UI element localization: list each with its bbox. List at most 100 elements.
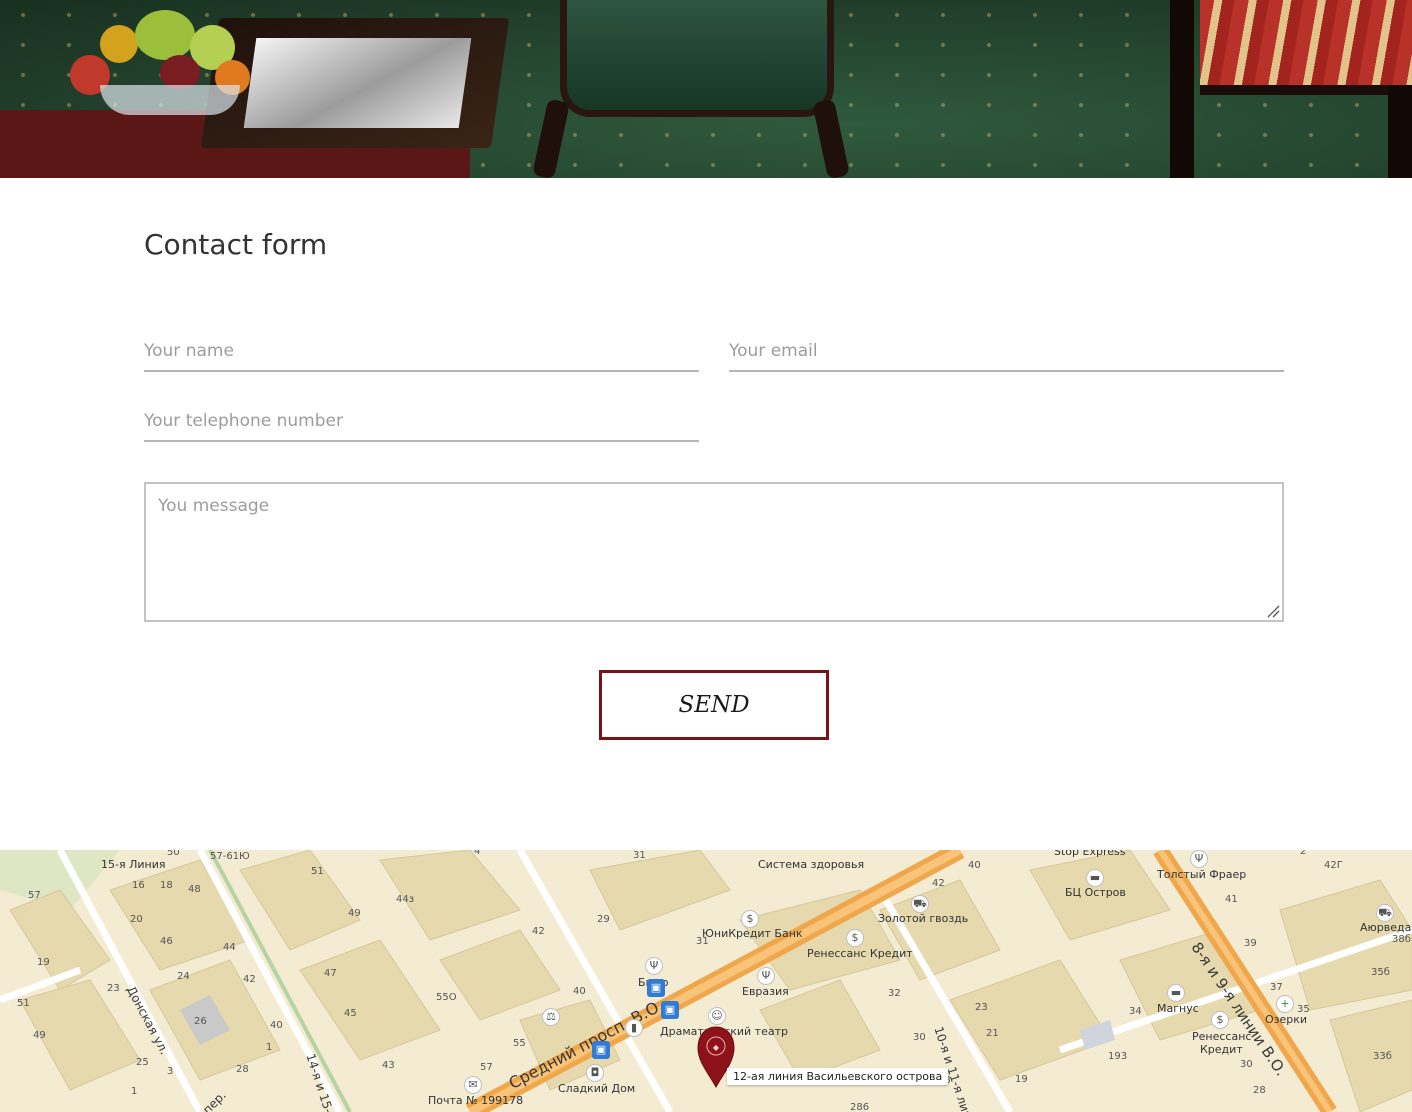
house-number: 30 [913,1032,926,1043]
bank-icon[interactable]: $ [1211,1011,1229,1029]
map-marker-caption: 12-ая линия Васильевского острова [727,1068,949,1085]
email-input[interactable] [729,332,1284,372]
house-number: 41 [1225,894,1238,905]
house-number: 26 [194,1016,207,1027]
house-number: 49 [348,908,361,919]
restaurant-icon[interactable]: Ψ [1190,850,1208,868]
house-number: 57-61Ю [210,851,250,862]
house-number: 47 [324,968,337,979]
bank-icon[interactable]: $ [846,929,864,947]
name-input[interactable] [144,332,699,372]
table-glass-top [243,38,472,128]
shop-icon[interactable]: ⛟ [1376,904,1394,922]
house-number: 50 [167,850,180,858]
house-number: 31 [633,850,646,861]
house-number: 51 [311,866,324,877]
bus-stop-icon[interactable]: ▣ [592,1041,610,1059]
house-number: 28 [236,1064,249,1075]
bus-stop-icon[interactable]: ▣ [661,1001,679,1019]
post-icon[interactable]: ✉ [464,1076,482,1094]
house-number: 33б [1373,1051,1392,1062]
house-number: 44з [396,894,415,905]
house-number: 19 [1015,1074,1028,1085]
house-number: 42 [532,926,545,937]
house-number: 37 [1270,982,1283,993]
house-number: 286 [850,1102,870,1112]
theatre-icon[interactable]: ☺ [708,1007,726,1025]
house-number: 46 [160,936,173,947]
office-icon[interactable]: ▬ [1086,869,1104,887]
pharmacy-icon[interactable]: + [1276,995,1294,1013]
bank-icon[interactable]: $ [741,910,759,928]
place-label: Ренессанс [1192,1030,1252,1043]
place-label: Stop Express [1054,850,1126,858]
house-number: 57 [28,890,41,901]
house-number: 40 [270,1020,283,1031]
house-number: 30 [1240,1059,1253,1070]
house-number: 23 [107,983,120,994]
house-number: 55О [436,992,457,1003]
house-number: 1 [131,1086,138,1097]
house-number: 39 [1244,938,1257,949]
place-label: Аюрведа [1360,921,1412,934]
house-number: 1 [266,1042,273,1053]
fruit-bowl [40,0,270,120]
house-number: 45 [344,1008,357,1019]
house-number: 21 [986,1028,999,1039]
house-number: 35б [1371,967,1390,978]
house-number: 193 [1108,1051,1128,1062]
resize-grip-icon[interactable] [1266,604,1280,618]
restaurant-icon[interactable]: Ψ [757,967,775,985]
armchair [520,0,860,178]
house-number: 51 [17,998,30,1009]
house-number: 49 [33,1030,46,1041]
house-number: 35 [1297,1004,1310,1015]
send-button[interactable]: SEND [599,670,829,740]
place-label: Сладкий Дом [558,1082,636,1095]
place-label: Почта № 199178 [428,1094,524,1107]
place-label: Ренессанс Кредит [807,947,913,960]
bus-stop-icon[interactable]: ▣ [647,979,665,997]
house-number: 23 [975,1002,988,1013]
house-number: 34 [1129,1006,1142,1017]
place-label: Толстый Фраер [1157,868,1247,881]
house-number: 2 [1300,850,1307,857]
telephone-input[interactable] [144,402,699,442]
place-label: ЮниКредит Банк [702,927,803,940]
house-number: 29 [597,914,610,925]
house-number: 42 [243,974,256,985]
house-number: 20 [130,914,143,925]
house-number: 57 [480,1062,493,1073]
house-number: 24 [177,971,190,982]
place-label: 15-я Линия [101,858,166,871]
place-label: Магнус [1157,1002,1199,1015]
house-number: 40 [573,986,586,997]
restaurant-icon[interactable]: Ψ [645,957,663,975]
house-number: 40 [968,860,981,871]
house-number: 3 [167,1066,174,1077]
place-label: Система здоровья [758,858,865,871]
place-label: Золотой гвоздь [878,912,969,925]
house-number: 42 [932,878,945,889]
office-icon[interactable]: ▬ [1167,984,1185,1002]
place-label: БЦ Остров [1065,886,1126,899]
house-number: 43 [382,1060,395,1071]
place-label: Кредит [1200,1043,1243,1056]
house-number: 32 [888,988,901,999]
house-number: 55 [513,1038,526,1049]
cafe-icon[interactable]: ◘ [586,1064,604,1082]
traffic-light-icon: ▮ [625,1019,643,1037]
message-textarea[interactable] [144,482,1284,622]
chair [1170,0,1412,178]
house-number: 28 [1253,1085,1266,1096]
hero-photo [0,0,1412,178]
house-number: 38б [1392,934,1411,945]
house-number: 18 [160,880,173,891]
svg-text:◆: ◆ [713,1043,720,1052]
house-number: 4 [474,850,481,857]
shop-icon[interactable]: ⛟ [911,895,929,913]
house-number: 25 [136,1057,149,1068]
house-number: 44 [223,942,236,953]
court-icon[interactable]: ⚖ [542,1008,560,1026]
house-number: 48 [188,884,201,895]
